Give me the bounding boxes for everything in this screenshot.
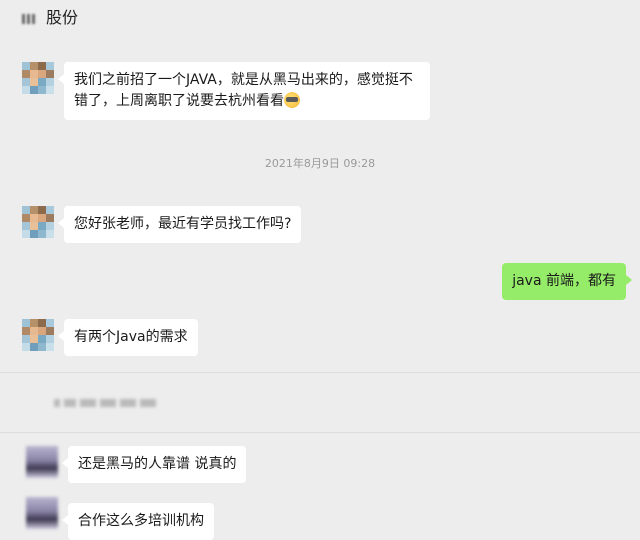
message-bubble[interactable]: 还是黑马的人靠谱 说真的 <box>61 446 247 483</box>
chat-header: 股份 <box>0 0 640 36</box>
message-bubble-outgoing[interactable]: java 前端，都有 <box>502 263 632 300</box>
divider <box>0 372 640 373</box>
chat-title: 股份 <box>46 8 79 27</box>
message-text: 有两个Java的需求 <box>74 329 188 345</box>
avatar[interactable] <box>26 497 58 529</box>
message-text: 您好张老师，最近有学员找工作吗? <box>74 216 292 232</box>
message-text: 我们之前招了一个JAVA，就是从黑马出来的，感觉挺不 <box>74 72 413 88</box>
divider <box>0 432 640 433</box>
blurred-name <box>22 9 40 24</box>
sweat-smile-emoji-icon <box>284 92 300 108</box>
message-bubble[interactable]: 我们之前招了一个JAVA，就是从黑马出来的，感觉挺不 错了，上周离职了说要去杭州… <box>58 62 430 120</box>
message-text: java 前端，都有 <box>512 273 616 289</box>
message-bubble[interactable]: 您好张老师，最近有学员找工作吗? <box>57 206 302 243</box>
avatar[interactable] <box>22 319 54 351</box>
blurred-name <box>54 392 164 407</box>
message-text: 还是黑马的人靠谱 说真的 <box>78 456 237 472</box>
avatar[interactable] <box>22 206 54 238</box>
message-bubble[interactable]: 合作这么多培训机构 <box>62 503 214 540</box>
avatar[interactable] <box>22 62 54 94</box>
avatar[interactable] <box>26 446 58 478</box>
message-text: 错了，上周离职了说要去杭州看看 <box>74 91 420 112</box>
message-bubble[interactable]: 有两个Java的需求 <box>58 319 198 356</box>
message-timestamp: 2021年8月9日 09:28 <box>264 157 376 170</box>
message-text: 合作这么多培训机构 <box>78 513 204 529</box>
